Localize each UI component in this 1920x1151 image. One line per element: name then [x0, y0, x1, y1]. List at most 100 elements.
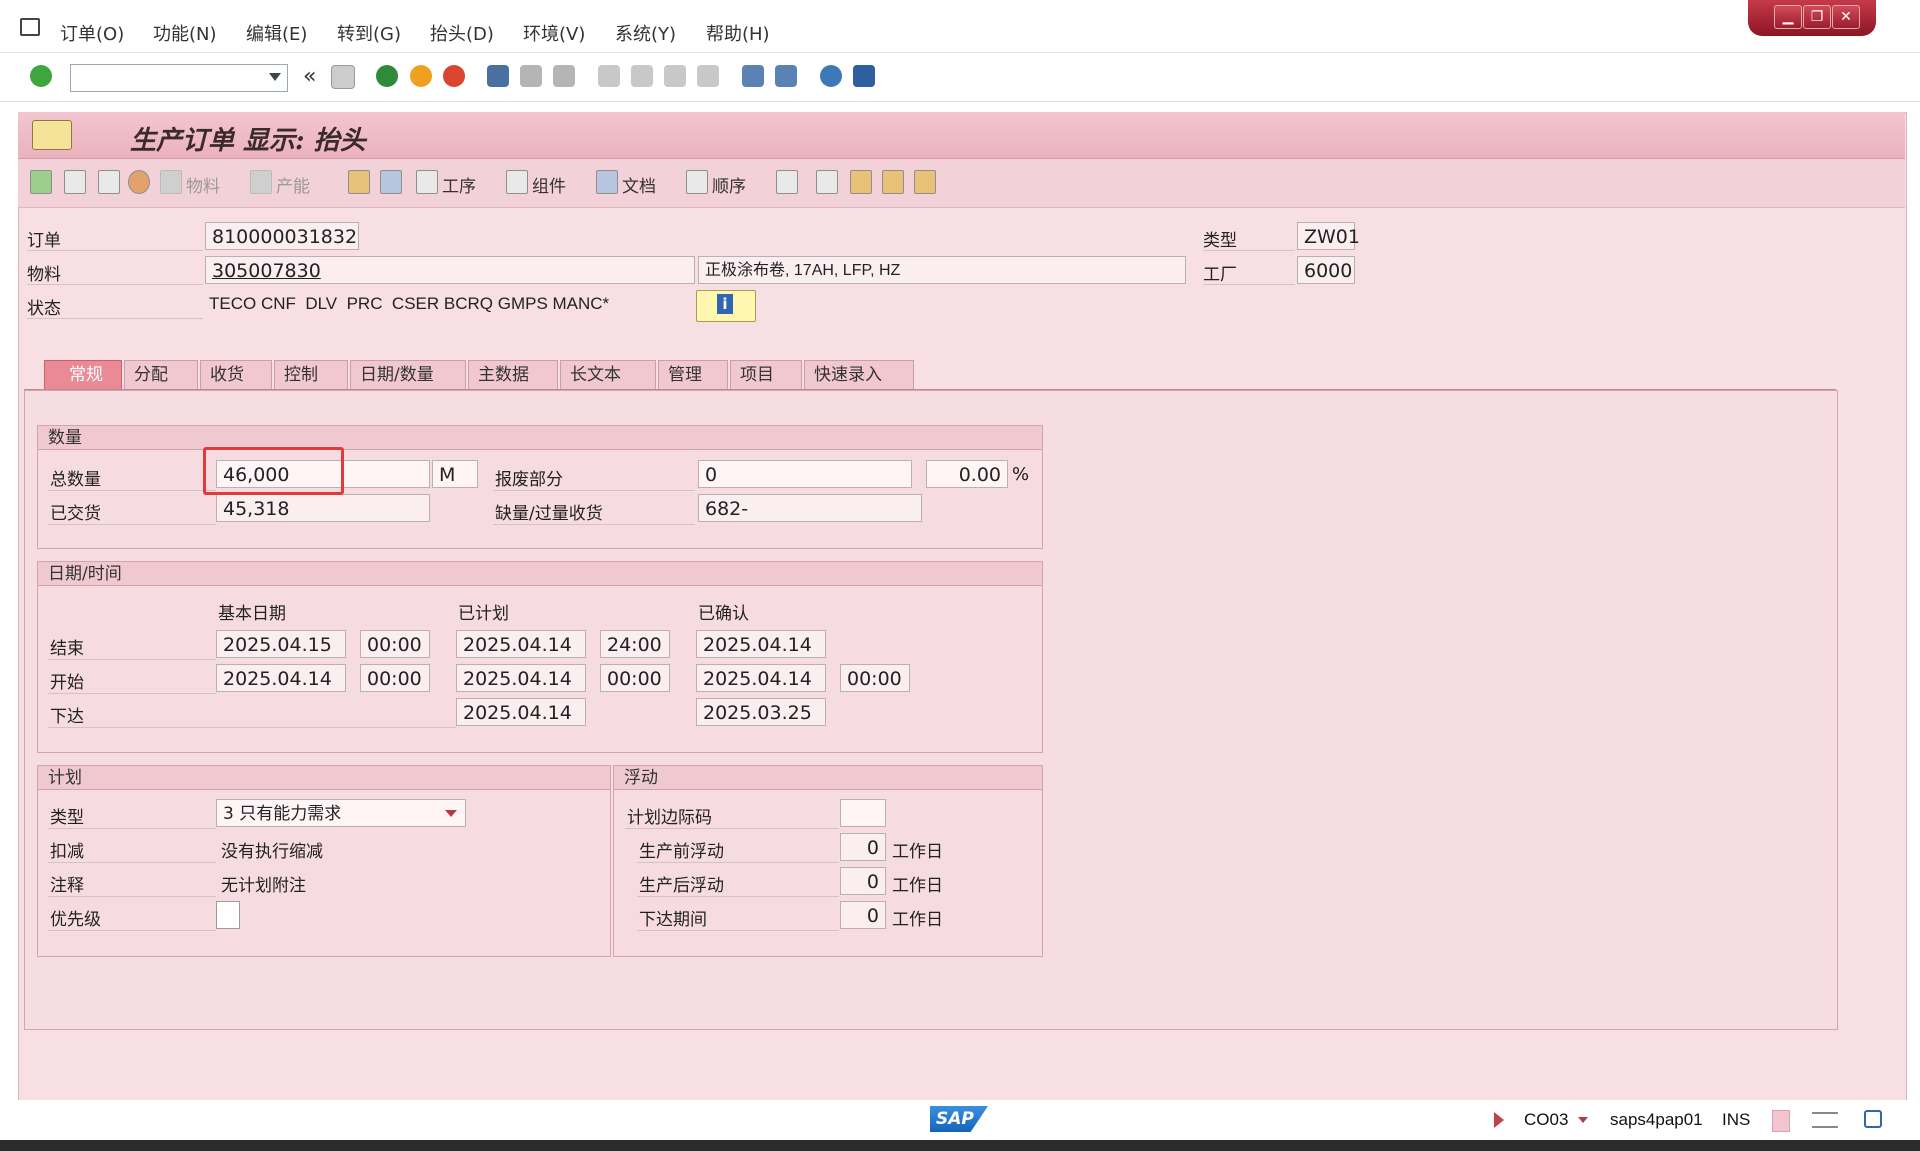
- tab-master-data[interactable]: 主数据: [468, 360, 558, 389]
- start-planned-time[interactable]: 00:00: [600, 664, 670, 692]
- material-button[interactable]: 物料: [186, 172, 220, 197]
- tab-long-text[interactable]: 长文本: [560, 360, 656, 389]
- menu-goto[interactable]: 转到(G): [337, 20, 401, 46]
- tab-dates-quantities[interactable]: 日期/数量: [350, 360, 466, 389]
- last-page-icon[interactable]: [697, 65, 719, 87]
- release-confirmed-date[interactable]: 2025.03.25: [696, 698, 826, 726]
- start-confirmed-date[interactable]: 2025.04.14: [696, 664, 826, 692]
- material-field[interactable]: 305007830: [205, 256, 695, 284]
- minimize-button[interactable]: ▁: [1774, 5, 1802, 29]
- tab-goods-receipt[interactable]: 收货: [200, 360, 272, 389]
- columns-icon[interactable]: [816, 170, 838, 194]
- operations-icon[interactable]: [416, 170, 438, 194]
- sequences-icon[interactable]: [686, 170, 708, 194]
- transaction-menu-icon[interactable]: [32, 120, 72, 150]
- components-button[interactable]: 组件: [532, 172, 566, 197]
- menu-header[interactable]: 抬头(D): [430, 20, 494, 46]
- hierarchy-icon[interactable]: [348, 170, 370, 194]
- material-icon[interactable]: [160, 170, 182, 194]
- start-basic-time[interactable]: 00:00: [360, 664, 430, 692]
- grid-icon[interactable]: [914, 170, 936, 194]
- first-page-icon[interactable]: [598, 65, 620, 87]
- enter-check-icon[interactable]: [30, 65, 52, 87]
- tab-assignment[interactable]: 分配: [124, 360, 198, 389]
- end-planned-time[interactable]: 24:00: [600, 630, 670, 658]
- end-confirmed-date[interactable]: 2025.04.14: [696, 630, 826, 658]
- lock-icon[interactable]: [1864, 1110, 1882, 1128]
- menu-icon[interactable]: [20, 18, 40, 36]
- start-confirmed-time[interactable]: 00:00: [840, 664, 910, 692]
- chevron-down-icon[interactable]: [1578, 1117, 1588, 1123]
- print-icon[interactable]: [487, 65, 509, 87]
- expand-status-icon[interactable]: [1494, 1112, 1504, 1128]
- tab-administration[interactable]: 管理: [658, 360, 728, 389]
- status-info-button[interactable]: i: [696, 290, 756, 322]
- tab-items[interactable]: 项目: [730, 360, 802, 389]
- order-field[interactable]: 810000031832: [205, 222, 359, 250]
- float-after-field[interactable]: 0: [840, 867, 886, 895]
- documents-icon[interactable]: [596, 170, 618, 194]
- menu-edit[interactable]: 编辑(E): [246, 20, 307, 46]
- menu-functions[interactable]: 功能(N): [153, 20, 217, 46]
- menu-system[interactable]: 系统(Y): [615, 20, 676, 46]
- start-basic-date[interactable]: 2025.04.14: [216, 664, 346, 692]
- shortcut-icon[interactable]: [775, 65, 797, 87]
- menu-environment[interactable]: 环境(V): [523, 20, 585, 46]
- tab-general[interactable]: 常规: [44, 360, 122, 389]
- cancel-icon[interactable]: [443, 65, 465, 87]
- order-type-field[interactable]: ZW01: [1297, 222, 1360, 250]
- scrap-percent-field[interactable]: 0.00: [926, 460, 1008, 488]
- end-basic-time[interactable]: 00:00: [360, 630, 430, 658]
- release-period-field[interactable]: 0: [840, 901, 886, 929]
- menu-help[interactable]: 帮助(H): [706, 20, 770, 46]
- new-session-icon[interactable]: [742, 65, 764, 87]
- planning-type-select[interactable]: 3 只有能力需求: [216, 799, 466, 827]
- layout-menu-icon[interactable]: [853, 65, 875, 87]
- help-icon[interactable]: [820, 65, 842, 87]
- find-icon[interactable]: [520, 65, 542, 87]
- command-field[interactable]: [70, 64, 288, 92]
- back-icon[interactable]: [376, 65, 398, 87]
- flag-icon[interactable]: [30, 170, 52, 194]
- menu-order[interactable]: 订单(O): [60, 20, 124, 46]
- exit-icon[interactable]: [410, 65, 432, 87]
- collapse-toolbar-icon[interactable]: «: [303, 64, 316, 89]
- plant-field[interactable]: 6000: [1297, 256, 1355, 284]
- chevron-down-icon[interactable]: [269, 73, 281, 81]
- sequences-button[interactable]: 顺序: [712, 172, 746, 197]
- next-page-icon[interactable]: [664, 65, 686, 87]
- documents-button[interactable]: 文档: [622, 172, 656, 197]
- chevron-down-icon[interactable]: [445, 810, 457, 817]
- material-number[interactable]: 305007830: [212, 260, 321, 282]
- capacity-button[interactable]: 产能: [276, 172, 310, 197]
- find-next-icon[interactable]: [553, 65, 575, 87]
- end-planned-date[interactable]: 2025.04.14: [456, 630, 586, 658]
- components-icon[interactable]: [506, 170, 528, 194]
- restore-button[interactable]: ❐: [1803, 5, 1831, 29]
- delivered-field[interactable]: 45,318: [216, 494, 430, 522]
- costs-icon[interactable]: [128, 170, 150, 194]
- operations-button[interactable]: 工序: [442, 172, 476, 197]
- tab-quick-entry[interactable]: 快速录入: [804, 360, 914, 389]
- insert-mode[interactable]: INS: [1722, 1110, 1750, 1130]
- float-before-field[interactable]: 0: [840, 833, 886, 861]
- edit-document-icon[interactable]: [64, 170, 86, 194]
- sm-key-field[interactable]: [840, 799, 886, 827]
- scrap-field[interactable]: 0: [698, 460, 912, 488]
- capacity-icon[interactable]: [250, 170, 272, 194]
- start-planned-date[interactable]: 2025.04.14: [456, 664, 586, 692]
- priority-field[interactable]: [216, 901, 240, 929]
- short-over-field[interactable]: 682-: [698, 494, 922, 522]
- cube-icon[interactable]: [776, 170, 798, 194]
- release-planned-date[interactable]: 2025.04.14: [456, 698, 586, 726]
- save-icon[interactable]: [331, 65, 355, 89]
- transaction-code[interactable]: CO03: [1524, 1110, 1568, 1130]
- previous-page-icon[interactable]: [631, 65, 653, 87]
- end-basic-date[interactable]: 2025.04.15: [216, 630, 346, 658]
- routing-icon[interactable]: [380, 170, 402, 194]
- close-button[interactable]: ✕: [1832, 5, 1860, 29]
- tab-control[interactable]: 控制: [274, 360, 348, 389]
- sort-icon[interactable]: [882, 170, 904, 194]
- calculator-icon[interactable]: [98, 170, 120, 194]
- unit-field[interactable]: M: [432, 460, 478, 488]
